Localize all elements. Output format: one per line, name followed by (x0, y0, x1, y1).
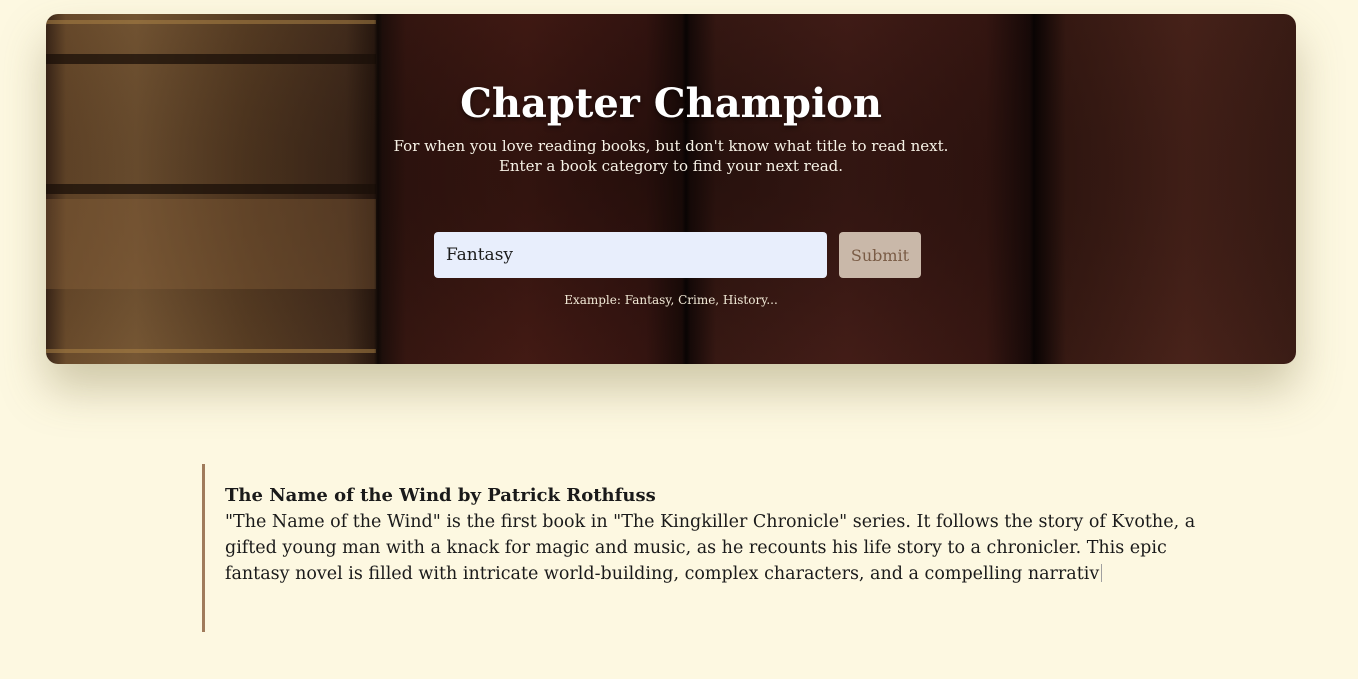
category-search-input[interactable] (434, 232, 827, 278)
book-spine-band (46, 184, 376, 194)
hero-banner: Chapter Champion For when you love readi… (46, 14, 1296, 364)
book-recommendation: The Name of the Wind by Patrick Rothfuss… (202, 464, 1212, 632)
book-spine-band (46, 54, 376, 64)
subtitle-line-2: Enter a book category to find your next … (498, 157, 844, 175)
book-spine-gold-band (46, 20, 376, 24)
subtitle-line-1: For when you love reading books, but don… (393, 137, 949, 155)
page-title: Chapter Champion (460, 80, 882, 127)
book-spine-panel (46, 199, 376, 289)
book-title: The Name of the Wind by Patrick Rothfuss (225, 485, 656, 506)
example-hint: Example: Fantasy, Crime, History... (564, 293, 778, 307)
book-description: "The Name of the Wind" is the first book… (225, 512, 1196, 584)
book-description-block: "The Name of the Wind" is the first book… (225, 509, 1212, 587)
book-crease (374, 14, 382, 364)
book-crease (682, 14, 690, 364)
submit-button[interactable]: Submit (839, 232, 921, 278)
book-spine-gold-band (46, 349, 376, 353)
book-crease (1030, 14, 1038, 364)
typing-cursor (1101, 564, 1103, 582)
